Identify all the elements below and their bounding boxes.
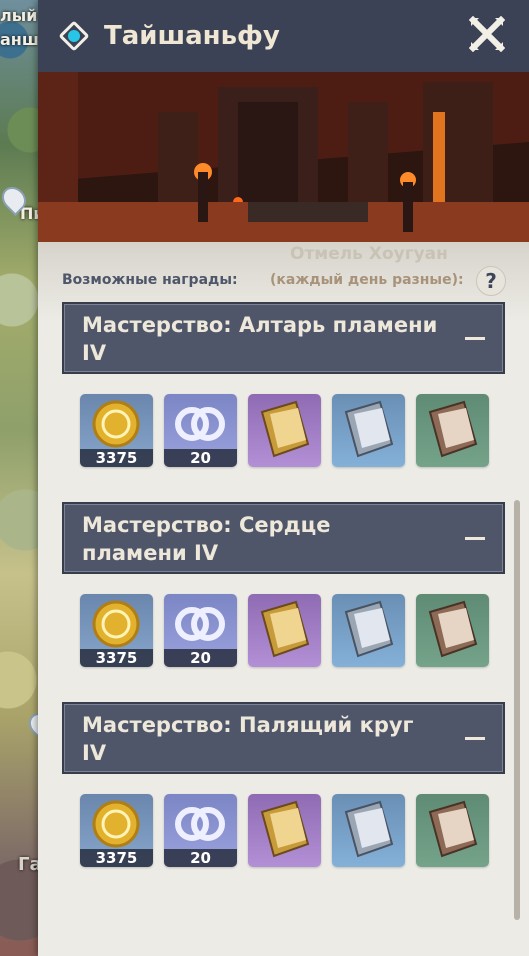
reward-item[interactable]: 20 xyxy=(164,594,237,667)
talent-book-blue-icon xyxy=(344,800,394,858)
collapse-icon[interactable] xyxy=(465,737,485,740)
item-count: 3375 xyxy=(80,649,153,667)
domain-level-section: Мастерство: Сердце пламени IV 3375 20 xyxy=(62,502,505,667)
talent-book-green-icon xyxy=(428,400,478,458)
world-map-strip[interactable]: лый анш Пип Гавань Ли Юэ xyxy=(0,0,40,956)
rewards-list: 3375 20 xyxy=(80,594,500,668)
scrollbar[interactable] xyxy=(514,500,520,920)
reward-item[interactable]: 20 xyxy=(164,794,237,867)
map-label: лый xyxy=(0,6,38,25)
domain-level-section: Мастерство: Алтарь пламени IV 3375 20 xyxy=(62,302,505,467)
domain-illustration xyxy=(38,72,529,242)
reward-item[interactable] xyxy=(248,794,321,867)
rewards-list: 3375 20 xyxy=(80,794,500,868)
map-label: анш xyxy=(0,30,39,49)
domain-level-section: Мастерство: Палящий круг IV 3375 20 xyxy=(62,702,505,867)
talent-book-blue-icon xyxy=(344,600,394,658)
item-count: 20 xyxy=(164,849,237,867)
reward-item[interactable] xyxy=(416,794,489,867)
domain-banner-image xyxy=(38,72,529,242)
section-title: Мастерство: Палящий круг IV xyxy=(82,713,414,765)
item-count: 3375 xyxy=(80,849,153,867)
talent-book-purple-icon xyxy=(260,600,310,658)
reward-item[interactable] xyxy=(332,794,405,867)
reward-item[interactable]: 3375 xyxy=(80,594,153,667)
reward-item[interactable]: 20 xyxy=(164,394,237,467)
talent-book-green-icon xyxy=(428,600,478,658)
panel-content: Отмель Хоугуан Возможные награды: (кажды… xyxy=(38,242,529,956)
item-count: 20 xyxy=(164,449,237,467)
close-icon xyxy=(468,15,506,53)
talent-book-green-icon xyxy=(428,800,478,858)
talent-book-purple-icon xyxy=(260,400,310,458)
reward-item[interactable] xyxy=(416,594,489,667)
domain-diamond-icon xyxy=(58,20,90,52)
domain-panel: Тайшаньфу Отмель Хоугуан Возможные награ… xyxy=(38,0,529,956)
section-header[interactable]: Мастерство: Палящий круг IV xyxy=(62,702,505,774)
reward-item[interactable] xyxy=(248,594,321,667)
map-label: Гавань Ли Юэ xyxy=(18,854,40,875)
close-button[interactable] xyxy=(468,15,506,53)
reward-item[interactable] xyxy=(332,394,405,467)
panel-header: Тайшаньфу xyxy=(38,0,529,72)
section-title: Мастерство: Сердце пламени IV xyxy=(82,513,331,565)
faded-location-label: Отмель Хоугуан xyxy=(290,244,448,264)
section-title: Мастерство: Алтарь пламени IV xyxy=(82,313,438,365)
reward-item[interactable]: 3375 xyxy=(80,794,153,867)
item-count: 3375 xyxy=(80,449,153,467)
talent-book-blue-icon xyxy=(344,400,394,458)
rewards-note: (каждый день разные): xyxy=(270,272,464,288)
reward-item[interactable] xyxy=(248,394,321,467)
reward-item[interactable] xyxy=(416,394,489,467)
panel-title: Тайшаньфу xyxy=(104,21,280,51)
collapse-icon[interactable] xyxy=(465,537,485,540)
collapse-icon[interactable] xyxy=(465,337,485,340)
rewards-list: 3375 20 xyxy=(80,394,500,468)
reward-item[interactable]: 3375 xyxy=(80,394,153,467)
talent-book-purple-icon xyxy=(260,800,310,858)
rewards-row: Возможные награды: (каждый день разные):… xyxy=(62,266,512,296)
help-button[interactable]: ? xyxy=(476,266,506,296)
rewards-label: Возможные награды: xyxy=(62,272,238,288)
reward-item[interactable] xyxy=(332,594,405,667)
section-header[interactable]: Мастерство: Сердце пламени IV xyxy=(62,502,505,574)
item-count: 20 xyxy=(164,649,237,667)
section-header[interactable]: Мастерство: Алтарь пламени IV xyxy=(62,302,505,374)
